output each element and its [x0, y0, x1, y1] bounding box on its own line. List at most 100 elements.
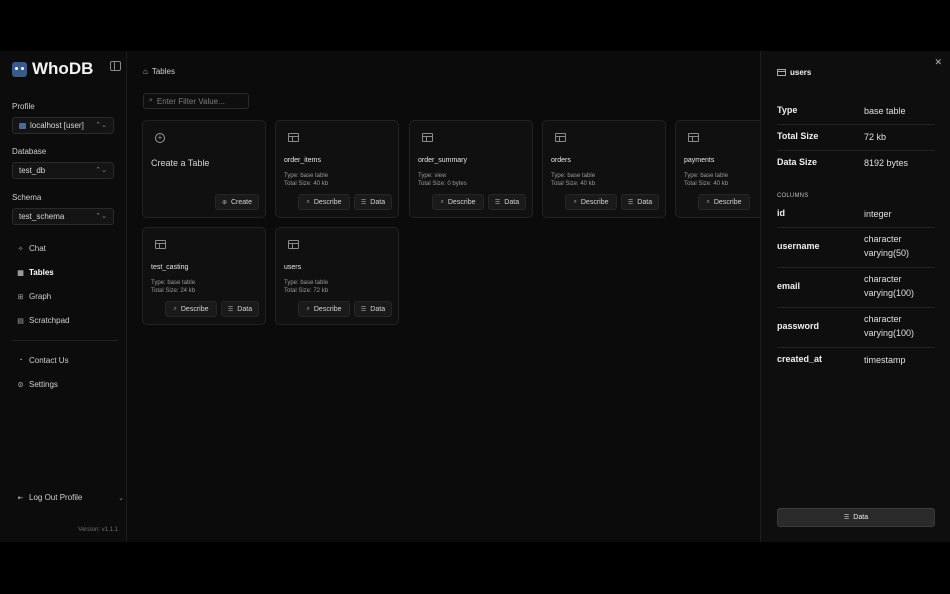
logout-icon: ⇤: [17, 494, 24, 502]
whodb-logo-icon: [12, 61, 27, 77]
database-icon: ☰: [494, 199, 501, 206]
create-button-label: Create: [231, 198, 253, 206]
details-panel: ✕ users Type base table Total Size 72 kb…: [760, 51, 950, 542]
columns-heading: COLUMNS: [777, 193, 809, 199]
search-icon: ⌕: [440, 198, 444, 205]
search-icon: ⌕: [149, 97, 153, 104]
describe-button[interactable]: ⌕ Describe: [298, 301, 350, 317]
table-meta: Type: base table Total Size: 40 kb: [284, 173, 329, 187]
nav-contact-label: Contact Us: [29, 356, 69, 365]
table-icon: [777, 69, 786, 76]
table-name: test_casting: [151, 264, 189, 271]
logout-label: Log Out Profile: [29, 493, 83, 502]
table-meta: Type: base table Total Size: 40 kb: [551, 173, 596, 187]
collapse-sidebar-icon[interactable]: [110, 61, 121, 71]
table-icon: [288, 240, 299, 249]
table-name: payments: [684, 157, 715, 164]
schema-label: Schema: [12, 193, 42, 202]
column-row: password character varying(100): [777, 307, 935, 348]
plus-circle-icon: ⊕: [221, 199, 227, 206]
search-icon: ⌕: [706, 198, 710, 205]
search-icon: ⌕: [173, 305, 177, 312]
describe-button[interactable]: ⌕ Describe: [165, 301, 217, 317]
data-button[interactable]: ☰ Data: [354, 194, 392, 210]
database-icon: ☰: [360, 199, 367, 206]
describe-button[interactable]: ⌕ Describe: [298, 194, 350, 210]
search-icon: ⌕: [306, 198, 310, 205]
panel-title: users: [777, 68, 811, 77]
detail-row: Type base table: [777, 98, 935, 125]
logout-button[interactable]: ⇤ Log Out Profile ⌄: [16, 493, 124, 502]
data-button[interactable]: ☰ Data: [621, 194, 659, 210]
gear-icon: ⚙: [17, 381, 24, 389]
version-text: Version: v1.1.1: [78, 527, 118, 533]
database-icon: ☰: [843, 515, 850, 521]
table-meta: Type: base table Total Size: 40 kb: [684, 173, 729, 187]
detail-row: Total Size 72 kb: [777, 124, 935, 151]
profile-label: Profile: [12, 102, 35, 111]
database-icon: [19, 122, 26, 129]
column-row: id integer: [777, 201, 935, 228]
nav-settings[interactable]: ⚙ Settings: [16, 380, 58, 389]
nav-graph[interactable]: ⊞ Graph: [16, 292, 52, 301]
create-table-card: + Create a Table ⊕ Create: [142, 120, 266, 218]
table-card-order_summary: order_summary Type: view Total Size: 0 by…: [409, 120, 533, 218]
describe-button[interactable]: ⌕ Describe: [432, 194, 484, 210]
table-name: order_summary: [418, 157, 468, 164]
nav-tables[interactable]: ▦ Tables: [16, 268, 54, 277]
chevron-down-icon[interactable]: ⌄: [118, 494, 124, 502]
nav-graph-label: Graph: [29, 292, 52, 301]
create-button[interactable]: ⊕ Create: [215, 194, 259, 210]
sparkle-icon: ✧: [17, 245, 24, 253]
describe-button[interactable]: ⌕ Describe: [698, 194, 750, 210]
schema-select[interactable]: test_schema ⌃⌄: [12, 208, 114, 225]
nav-scratchpad[interactable]: ▤ Scratchpad: [16, 316, 69, 325]
graph-icon: ⊞: [17, 293, 24, 301]
search-icon: ⌕: [573, 198, 577, 205]
profile-select[interactable]: localhost [user] ⌃⌄: [12, 117, 114, 134]
breadcrumb-label: Tables: [151, 67, 175, 76]
scratchpad-icon: ▤: [17, 317, 24, 325]
database-icon: ☰: [227, 306, 234, 313]
table-icon: [155, 240, 166, 249]
nav-tables-label: Tables: [29, 268, 54, 277]
table-meta: Type: base table Total Size: 72 kb: [284, 280, 329, 294]
table-name: order_items: [284, 157, 321, 164]
panel-data-button[interactable]: ☰ Data: [777, 508, 935, 527]
logo: WhoDB: [12, 59, 93, 79]
app-window: WhoDB Profile localhost [user] ⌃⌄ Databa…: [0, 51, 950, 542]
filter-input[interactable]: [156, 96, 243, 106]
table-icon: [422, 133, 433, 142]
filter-field[interactable]: ⌕: [143, 93, 249, 109]
close-icon[interactable]: ✕: [934, 57, 942, 68]
database-value: test_db: [19, 166, 46, 175]
nav-settings-label: Settings: [29, 380, 58, 389]
table-card-orders: orders Type: base table Total Size: 40 kb…: [542, 120, 666, 218]
column-row: created_at timestamp: [777, 354, 906, 365]
detail-row: Data Size 8192 bytes: [777, 157, 909, 168]
describe-button[interactable]: ⌕ Describe: [565, 194, 617, 210]
database-label: Database: [12, 147, 47, 156]
data-button[interactable]: ☰ Data: [354, 301, 392, 317]
chevron-updown-icon: ⌃⌄: [95, 167, 107, 174]
column-row: email character varying(100): [777, 267, 935, 308]
create-table-title: Create a Table: [151, 158, 210, 168]
divider: [12, 340, 118, 341]
database-select[interactable]: test_db ⌃⌄: [12, 162, 114, 179]
table-card-payments: payments Type: base table Total Size: 40 …: [675, 120, 760, 218]
breadcrumb[interactable]: ⌂ Tables: [143, 67, 175, 76]
plus-circle-icon: +: [155, 133, 165, 143]
chevron-updown-icon: ⌃⌄: [95, 122, 107, 129]
table-icon: ▦: [17, 269, 24, 277]
nav-chat[interactable]: ✧ Chat: [16, 244, 46, 253]
search-icon: ⌕: [306, 305, 310, 312]
table-name: orders: [551, 157, 571, 164]
nav-contact-us[interactable]: ◔ Contact Us: [16, 356, 69, 365]
table-card-order_items: order_items Type: base table Total Size: …: [275, 120, 399, 218]
panel-title-text: users: [790, 68, 812, 77]
data-button[interactable]: ☰ Data: [488, 194, 526, 210]
nav-chat-label: Chat: [29, 244, 46, 253]
column-row: username character varying(50): [777, 227, 935, 268]
data-button[interactable]: ☰ Data: [221, 301, 259, 317]
table-card-users: users Type: base table Total Size: 72 kb …: [275, 227, 399, 325]
